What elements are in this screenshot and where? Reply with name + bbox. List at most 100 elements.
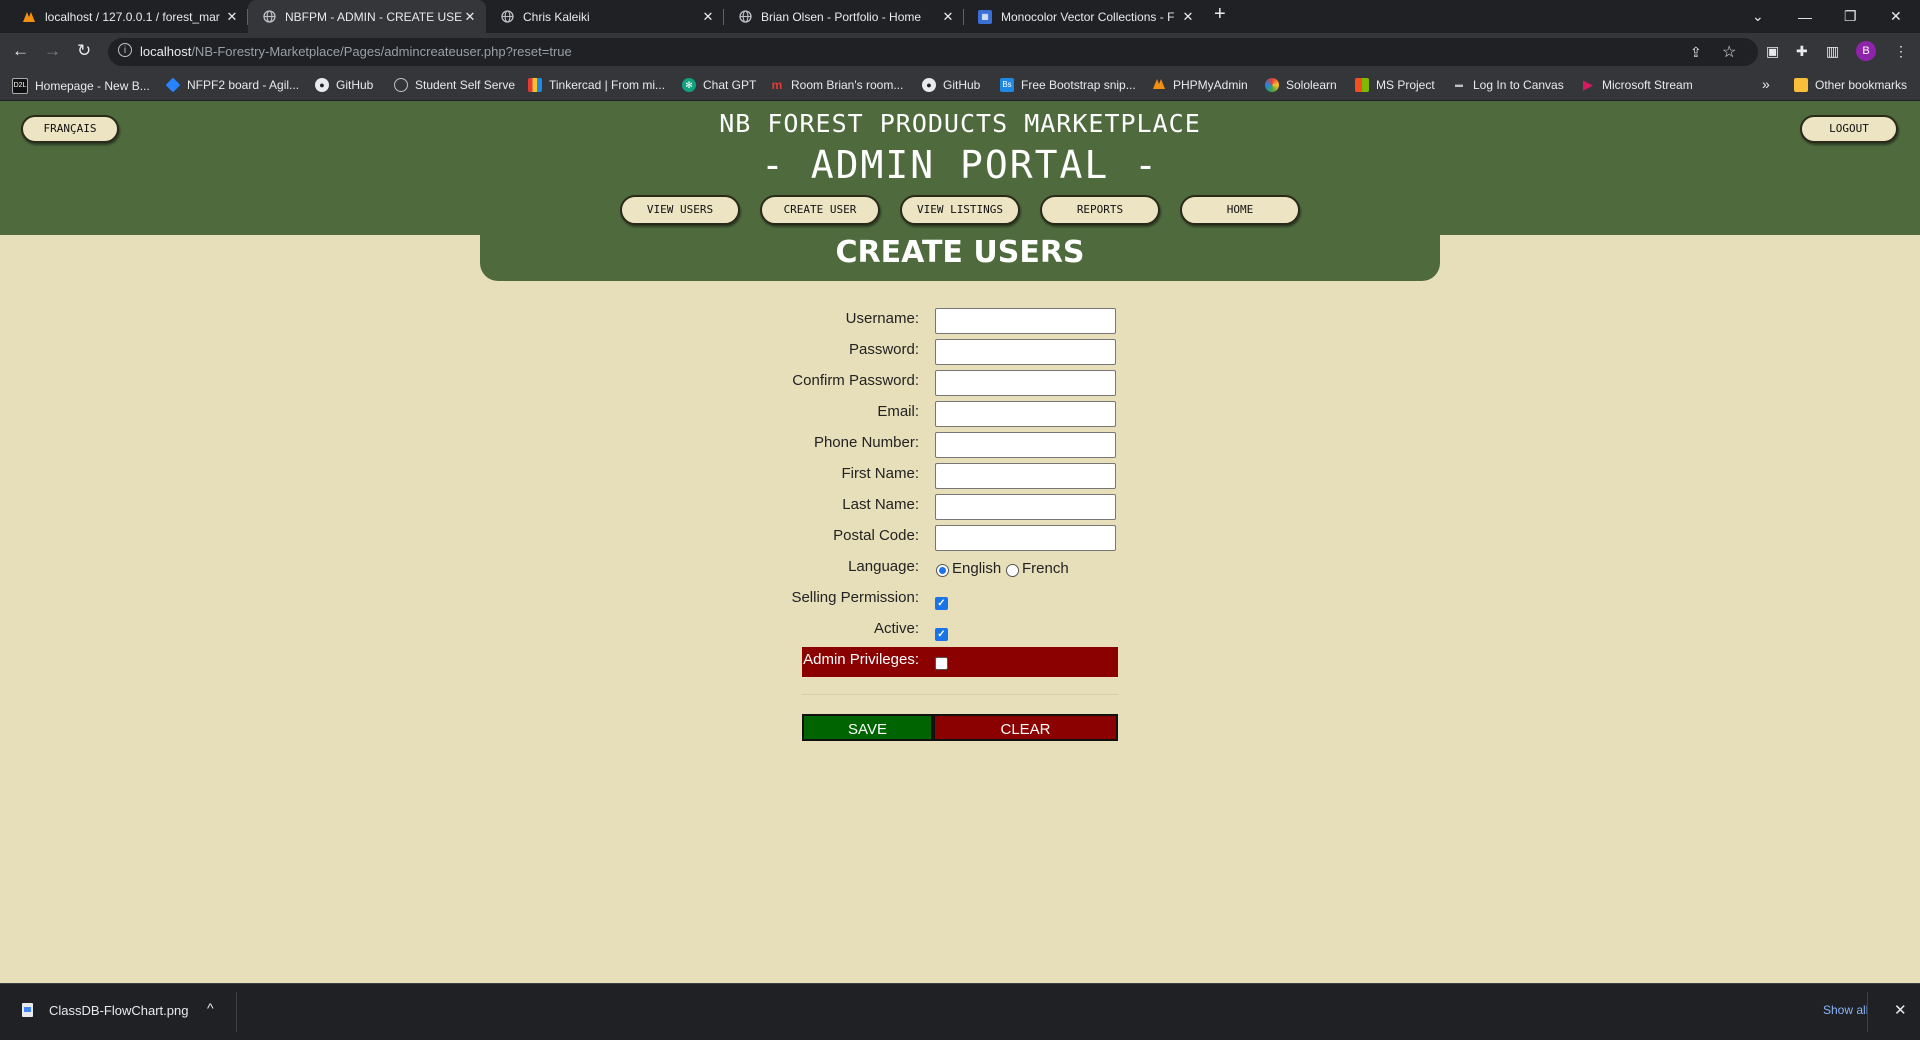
password-input[interactable] (935, 339, 1116, 365)
close-window-icon[interactable]: ✕ (1890, 0, 1902, 33)
room-icon: m (771, 78, 783, 92)
postal-code-label: Postal Code: (833, 527, 919, 544)
sololearn-icon (1265, 78, 1279, 92)
bookmark-star-icon[interactable]: ☆ (1722, 42, 1736, 62)
confirm-password-input[interactable] (935, 370, 1116, 396)
bookmark-item[interactable]: ▬ Log In to Canvas (1452, 78, 1564, 92)
restore-window-icon[interactable]: ❐ (1844, 0, 1857, 33)
back-arrow-icon[interactable]: ← (12, 41, 29, 61)
nav-view-listings-button[interactable]: VIEW LISTINGS (900, 195, 1020, 225)
selling-permission-checkbox[interactable]: ✓ (935, 597, 948, 610)
bookmark-label: GitHub (336, 78, 374, 92)
new-tab-plus-icon[interactable]: + (1214, 3, 1226, 26)
admin-privileges-checkbox[interactable] (935, 657, 948, 670)
vector-collection-icon: ▦ (978, 9, 992, 24)
tab-create-user[interactable]: NBFPM - ADMIN - CREATE USER ✕ (248, 0, 486, 33)
bookmark-label: Chat GPT (703, 78, 757, 92)
phone-label: Phone Number: (813, 434, 919, 451)
bookmark-label: GitHub (943, 78, 981, 92)
close-shelf-icon[interactable]: ✕ (1894, 1001, 1907, 1019)
bookmark-label: Microsoft Stream (1602, 78, 1693, 92)
other-bookmarks-folder[interactable]: Other bookmarks (1794, 78, 1907, 92)
bookmark-item[interactable]: ● GitHub (315, 78, 373, 92)
postal-code-input[interactable] (935, 525, 1116, 551)
nav-reports-button[interactable]: REPORTS (1040, 195, 1160, 225)
first-name-input[interactable] (935, 463, 1116, 489)
close-tab-icon[interactable]: ✕ (462, 9, 478, 25)
bookmarks-bar: D2L Homepage - New B... NFPF2 board - Agi… (0, 71, 1920, 101)
nav-view-users-button[interactable]: VIEW USERS (620, 195, 740, 225)
last-name-input[interactable] (935, 494, 1116, 520)
bookmark-item[interactable]: Tinkercad | From mi... (528, 78, 665, 92)
forward-arrow-icon[interactable]: → (44, 41, 61, 61)
github-icon: ● (922, 78, 936, 92)
bookmark-item[interactable]: MS Project (1355, 78, 1435, 92)
show-all-downloads-link[interactable]: Show all (1823, 1003, 1868, 1017)
site-info-icon[interactable]: i (118, 43, 132, 57)
first-name-row: First Name: (802, 461, 1118, 492)
extensions-puzzle-icon[interactable]: ✚ (1796, 43, 1808, 60)
bookmark-item[interactable]: ✻ Chat GPT (682, 78, 756, 92)
close-tab-icon[interactable]: ✕ (224, 9, 240, 25)
minimize-icon[interactable]: — (1798, 0, 1812, 33)
bookmark-item[interactable]: PHPMyAdmin (1152, 78, 1248, 92)
url-text[interactable]: localhost/NB-Forestry-Marketplace/Pages/… (140, 44, 572, 59)
url-bar[interactable]: i localhost/NB-Forestry-Marketplace/Page… (108, 38, 1758, 66)
tab-phpmyadmin[interactable]: localhost / 127.0.0.1 / forest_mar ✕ (8, 0, 248, 33)
bookmark-item[interactable]: ● GitHub (922, 78, 980, 92)
email-input[interactable] (935, 401, 1116, 427)
username-input[interactable] (935, 308, 1116, 334)
download-file-name[interactable]: ClassDB-FlowChart.png (49, 1003, 188, 1018)
phpmyadmin-icon (22, 10, 36, 24)
close-tab-icon[interactable]: ✕ (700, 9, 716, 25)
active-row: Active: ✓ (802, 616, 1118, 647)
share-icon[interactable]: ⇪ (1690, 44, 1702, 61)
chevron-up-icon[interactable]: ^ (207, 1000, 214, 1016)
close-tab-icon[interactable]: ✕ (940, 9, 956, 25)
bookmark-item[interactable]: ▶ Microsoft Stream (1581, 78, 1693, 93)
tab-chris-kaleiki[interactable]: Chris Kaleiki ✕ (486, 0, 724, 33)
tab-search-chevron-icon[interactable]: ⌄ (1752, 0, 1764, 33)
portal-title: - ADMIN PORTAL - (760, 143, 1160, 187)
globe-icon (738, 10, 752, 24)
bookmark-item[interactable]: Bs Free Bootstrap snip... (1000, 78, 1136, 92)
clear-button[interactable]: CLEAR (933, 714, 1118, 741)
folder-icon (1794, 78, 1808, 92)
active-checkbox[interactable]: ✓ (935, 628, 948, 641)
active-label: Active: (873, 620, 919, 637)
form-divider (802, 694, 1118, 695)
nav-home-button[interactable]: HOME (1180, 195, 1300, 225)
tab-title: localhost / 127.0.0.1 / forest_mar (45, 9, 220, 24)
bookmark-item[interactable]: D2L Homepage - New B... (12, 78, 150, 94)
save-button[interactable]: SAVE (802, 714, 933, 741)
bookmark-item[interactable]: NFPF2 board - Agil... (165, 77, 300, 93)
download-shelf: ClassDB-FlowChart.png ^ Show all ✕ (0, 983, 1920, 1040)
tab-brian-olsen-portfolio[interactable]: Brian Olsen - Portfolio - Home ✕ (724, 0, 964, 33)
tab-monocolor-vectors[interactable]: ▦ Monocolor Vector Collections - F ✕ (964, 0, 1204, 33)
profile-avatar[interactable]: B (1856, 41, 1876, 61)
menu-kebab-icon[interactable]: ⋮ (1894, 43, 1908, 60)
postal-code-row: Postal Code: (802, 523, 1118, 554)
admin-privileges-label: Admin Privileges: (803, 651, 919, 668)
close-tab-icon[interactable]: ✕ (1180, 9, 1196, 25)
bookmark-label: Sololearn (1286, 78, 1337, 92)
extension-media-icon[interactable]: ▣ (1766, 43, 1779, 60)
bookmark-item[interactable]: m Room Brian's room... (770, 78, 904, 92)
reload-icon[interactable]: ↻ (77, 41, 91, 61)
more-bookmarks-chevron-icon[interactable]: » (1762, 76, 1770, 92)
shelf-divider (1867, 992, 1868, 1032)
phone-input[interactable] (935, 432, 1116, 458)
github-icon: ● (315, 78, 329, 92)
url-path: /NB-Forestry-Marketplace/Pages/admincrea… (191, 44, 572, 59)
side-panel-icon[interactable]: ▥ (1826, 43, 1839, 60)
language-english-radio[interactable] (936, 564, 949, 577)
globe-icon (262, 10, 276, 24)
bookmark-item[interactable]: Sololearn (1265, 78, 1337, 92)
nav-create-user-button[interactable]: CREATE USER (760, 195, 880, 225)
bookmark-label: Other bookmarks (1815, 78, 1908, 92)
bookmark-item[interactable]: Student Self Serve (394, 78, 515, 92)
bookmark-label: NFPF2 board - Agil... (187, 78, 300, 92)
language-french-radio[interactable] (1006, 564, 1019, 577)
confirm-password-row: Confirm Password: (792, 368, 1118, 399)
last-name-label: Last Name: (842, 496, 919, 513)
